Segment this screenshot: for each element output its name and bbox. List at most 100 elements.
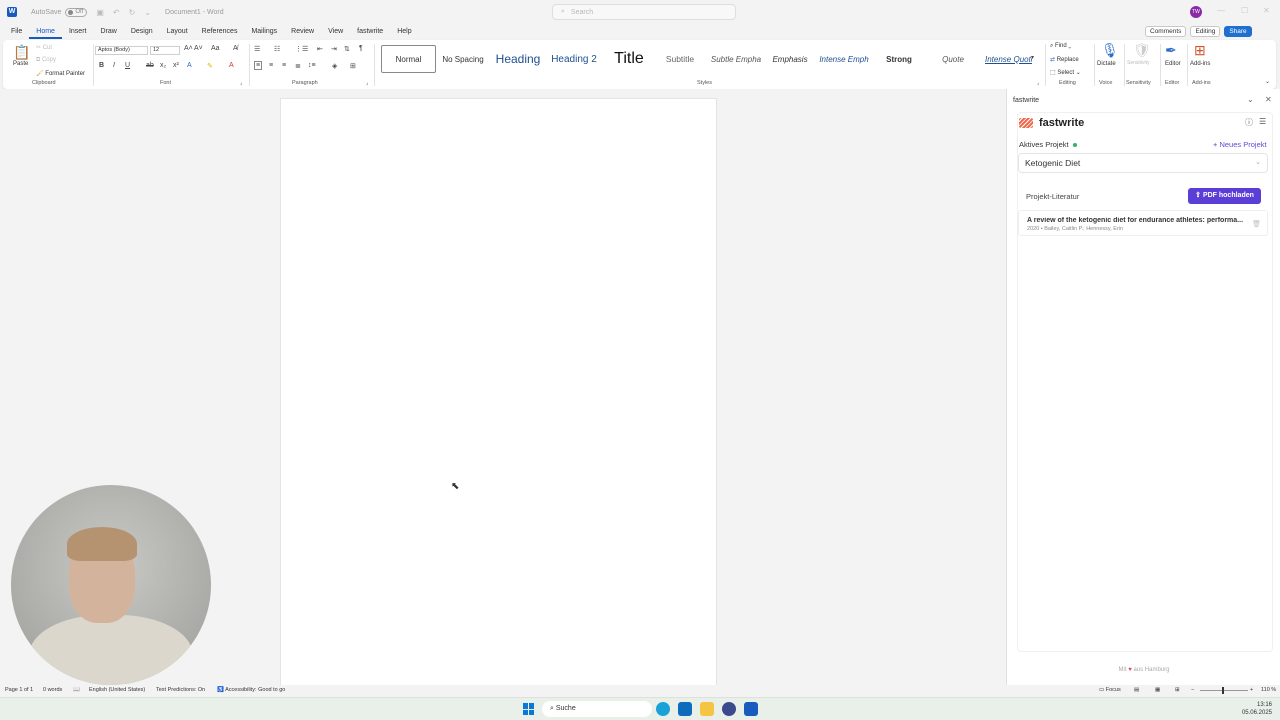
trash-icon[interactable]: 🗑 [1252,220,1261,228]
justify-icon[interactable]: ≣ [295,62,301,70]
taskbar-search[interactable]: ⌕ Suche [542,701,652,717]
collapse-ribbon-icon[interactable]: ⌄ [1265,78,1270,85]
maximize-icon[interactable]: ☐ [1241,6,1248,15]
sensitivity-button[interactable]: Sensitivity [1127,60,1150,66]
tab-mailings[interactable]: Mailings [244,24,284,39]
align-center-icon[interactable]: ≡ [269,62,273,69]
select-button[interactable]: ⬚ Select ⌄ [1050,69,1081,76]
underline-icon[interactable]: U [125,62,130,69]
literature-item[interactable]: A review of the ketogenic diet for endur… [1018,210,1268,236]
dictate-button[interactable]: Dictate [1097,61,1116,67]
pane-options-icon[interactable]: ⌄ [1247,95,1254,104]
align-left-icon[interactable]: ≡ [254,61,263,70]
multilevel-list-icon[interactable]: ⋮☰ [295,45,308,53]
style-subtle-emphasis[interactable]: Subtle Empha [704,45,768,73]
edge-browser-icon[interactable] [656,702,670,716]
style-heading-2[interactable]: Heading 2 [546,45,602,73]
autosave-toggle[interactable]: Off [65,7,88,17]
styles-dialog-launcher-icon[interactable]: ⌟ [1037,80,1039,86]
word-count[interactable]: 0 words [43,687,62,693]
align-right-icon[interactable]: ≡ [282,62,286,69]
style-intense-quote[interactable]: Intense Quote [984,45,1032,73]
close-window-icon[interactable]: ✕ [1263,6,1270,15]
editor-button[interactable]: Editor [1165,61,1181,67]
language-indicator[interactable]: English (United States) [89,687,145,693]
styles-more-icon[interactable]: ▾ [1031,54,1034,61]
copy-button[interactable]: ⧉ Copy [36,57,56,64]
style-normal[interactable]: Normal [381,45,436,73]
editor-icon[interactable]: ✒ [1165,42,1177,59]
borders-icon[interactable]: ⊞ [350,62,356,70]
tab-draw[interactable]: Draw [93,24,123,39]
format-painter-button[interactable]: 🖌 Format Painter [36,70,85,77]
font-dialog-launcher-icon[interactable]: ⌟ [240,80,242,86]
find-button[interactable]: ⌕ Find ⌄ [1050,43,1071,50]
style-strong[interactable]: Strong [876,45,922,73]
font-color-icon[interactable]: A [229,62,234,69]
text-predictions-indicator[interactable]: Text Predictions: On [156,687,205,693]
editing-mode-button[interactable]: Editing [1190,26,1221,37]
tab-design[interactable]: Design [124,24,160,39]
file-explorer-icon[interactable] [700,702,714,716]
font-size-select[interactable]: 12 [150,46,180,55]
microphone-icon[interactable]: 🎙 [1101,42,1119,59]
paragraph-dialog-launcher-icon[interactable]: ⌟ [366,80,368,86]
increase-indent-icon[interactable]: ⇥ [331,45,337,53]
system-clock[interactable]: 13:16 05.06.2025 [1232,701,1272,717]
style-intense-emphasis[interactable]: Intense Emph [812,45,876,73]
font-family-select[interactable]: Aptos (Body) [95,46,148,55]
paste-icon[interactable]: 📋 [13,44,30,61]
addins-icon[interactable]: ⊞ [1194,42,1206,59]
zoom-in-icon[interactable]: + [1250,687,1253,693]
style-emphasis[interactable]: Emphasis [768,45,812,73]
upload-pdf-button[interactable]: ⇪ PDF hochladen [1188,188,1261,204]
zoom-slider[interactable] [1200,687,1248,694]
tab-home[interactable]: Home [29,24,62,39]
style-title[interactable]: Title [602,45,656,73]
superscript-icon[interactable]: x² [173,62,179,69]
addins-button[interactable]: Add-ins [1190,61,1210,67]
comments-button[interactable]: Comments [1145,26,1187,37]
customize-toolbar-icon[interactable]: ⌄ [144,8,151,17]
page-count[interactable]: Page 1 of 1 [5,687,33,693]
pane-close-icon[interactable]: ✕ [1265,95,1272,104]
share-button[interactable]: Share [1224,26,1252,37]
change-case-icon[interactable]: Aa [211,45,220,52]
tab-view[interactable]: View [321,24,350,39]
replace-button[interactable]: ⇄ Replace [1050,56,1079,63]
tab-help[interactable]: Help [390,24,418,39]
style-heading[interactable]: Heading [490,45,546,73]
text-effects-icon[interactable]: A [187,62,192,69]
project-select[interactable]: Ketogenic Diet ⌄ [1018,153,1268,173]
autosave-control[interactable]: AutoSave Off [31,7,88,17]
search-box[interactable]: ⌕ Search [552,4,736,20]
undo-icon[interactable]: ↶ [113,8,120,17]
paste-button[interactable]: Paste [13,61,28,67]
redo-icon[interactable]: ↻ [129,8,136,17]
user-avatar[interactable]: TW [1190,6,1202,18]
settings-icon[interactable]: ☰ [1259,117,1266,126]
tab-insert[interactable]: Insert [62,24,94,39]
outlook-icon[interactable] [678,702,692,716]
style-quote[interactable]: Quote [922,45,984,73]
accessibility-checker[interactable]: ♿ Accessibility: Good to go [217,687,285,693]
italic-icon[interactable]: I [113,62,115,69]
print-layout-icon[interactable]: ▦ [1155,687,1160,693]
highlight-icon[interactable]: ✎ [207,62,213,70]
tab-file[interactable]: File [4,24,29,39]
strikethrough-icon[interactable]: ab [146,62,154,69]
grow-font-icon[interactable]: A˄ [184,45,193,52]
new-project-button[interactable]: + Neues Projekt [1213,140,1267,149]
zoom-slider-handle[interactable] [1222,687,1224,694]
document-page[interactable] [280,98,717,688]
show-formatting-marks-icon[interactable]: ¶ [359,45,363,52]
save-icon[interactable]: ▣ [96,8,104,17]
bullets-icon[interactable]: ☰ [254,45,260,53]
help-icon[interactable]: ⓘ [1245,117,1253,128]
windows-start-icon[interactable] [523,703,535,715]
read-mode-icon[interactable]: ▤ [1134,687,1139,693]
shrink-font-icon[interactable]: A˅ [194,45,203,52]
line-spacing-icon[interactable]: ↕≡ [308,62,316,69]
web-layout-icon[interactable]: ⊞ [1175,687,1180,693]
tab-review[interactable]: Review [284,24,321,39]
